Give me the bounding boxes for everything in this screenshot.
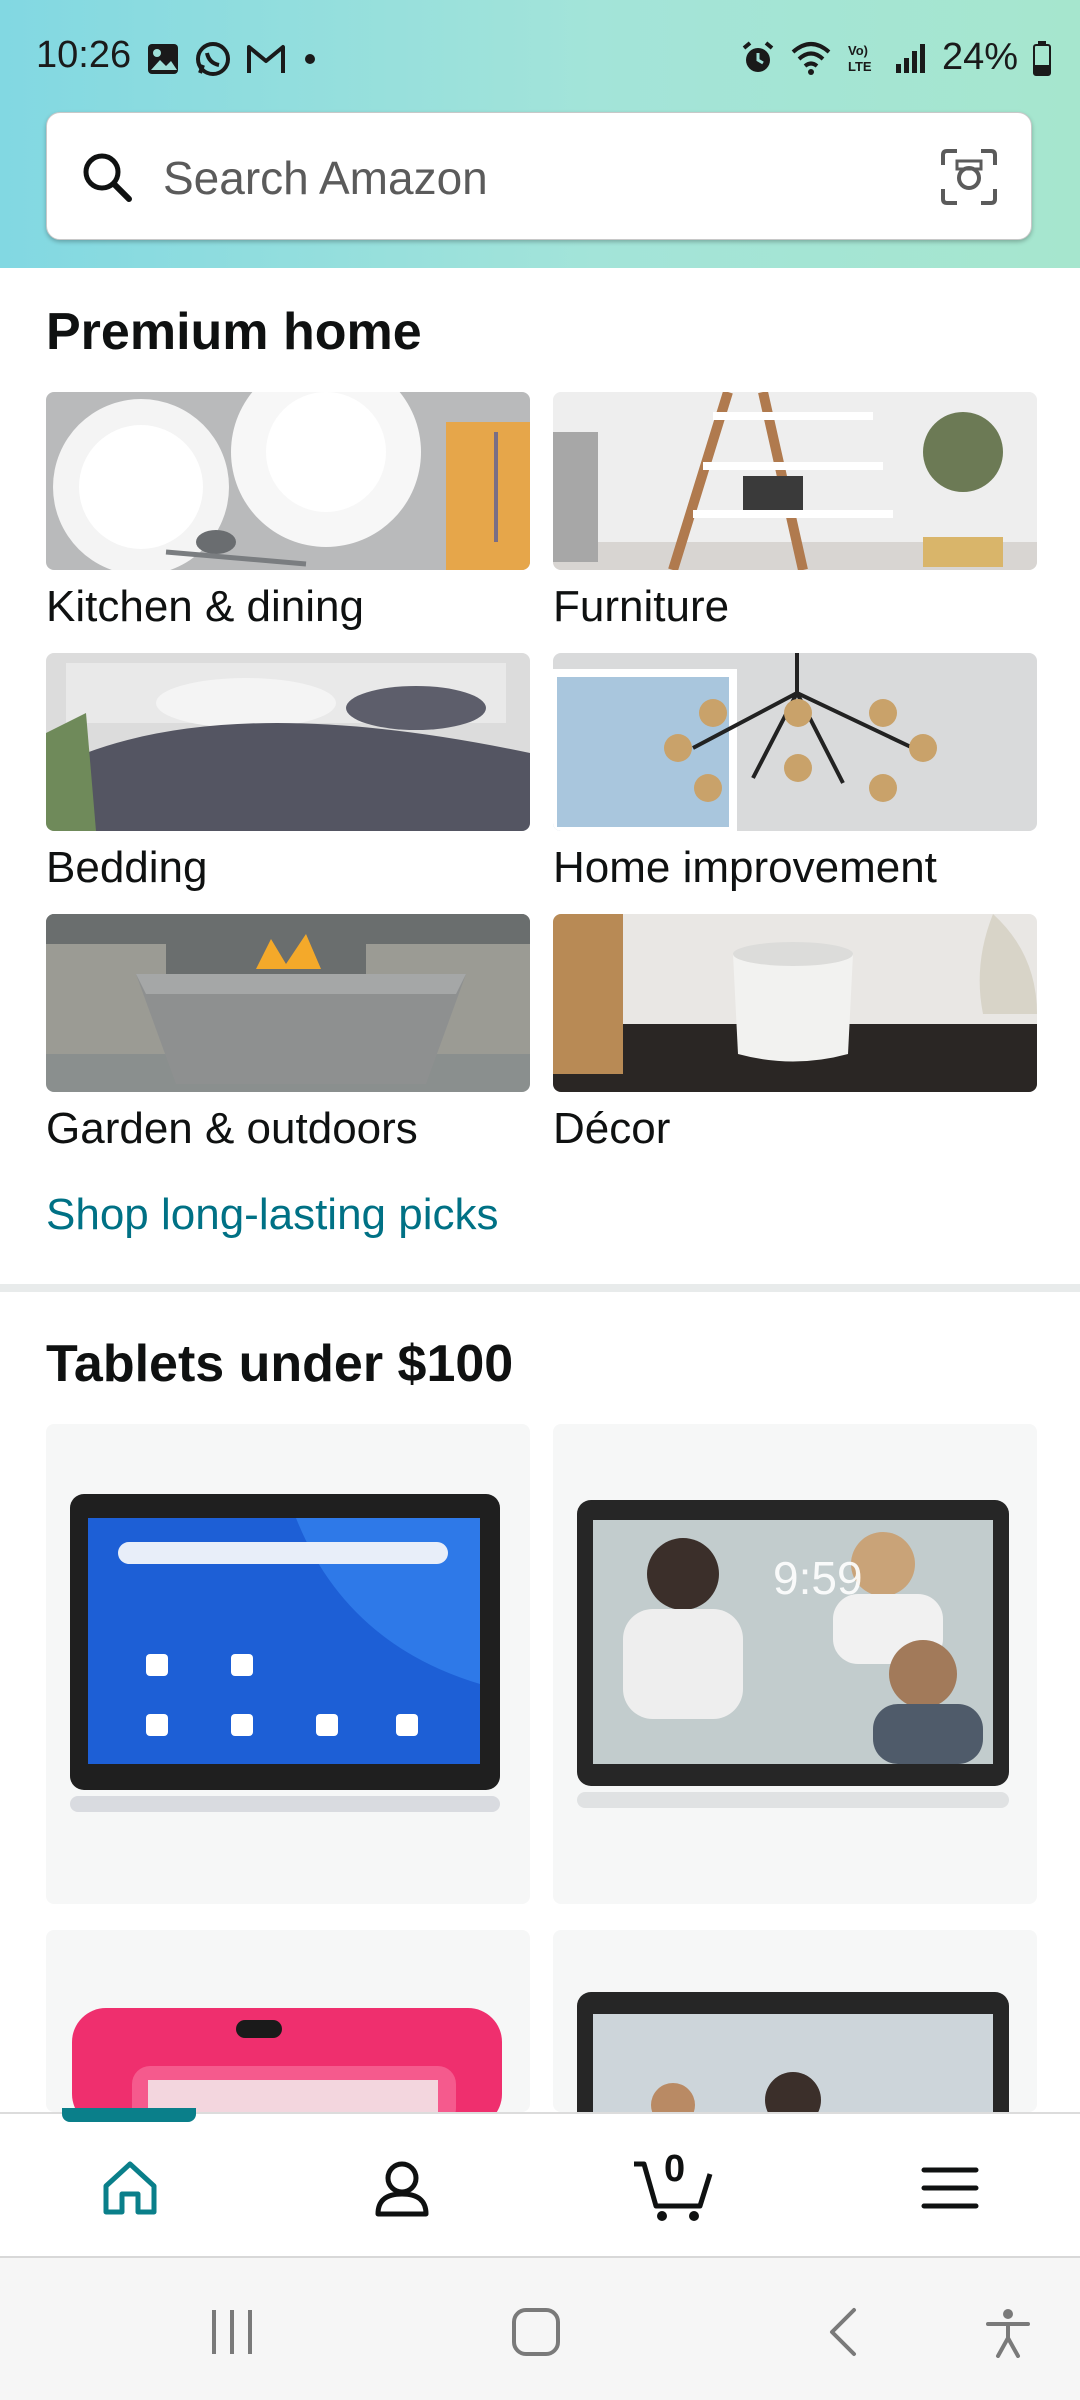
notification-icons: [146, 40, 320, 78]
tile-label: Home improvement: [553, 843, 937, 892]
product-card[interactable]: [553, 1930, 1037, 2112]
search-bar[interactable]: Search Amazon: [46, 112, 1032, 240]
shop-long-lasting-link[interactable]: Shop long-lasting picks: [46, 1190, 498, 1240]
tablet-screen-time: 9:59: [773, 1552, 863, 1604]
tile-label: Décor: [553, 1104, 671, 1153]
tile-kitchen-dining[interactable]: Kitchen & dining: [46, 392, 530, 632]
cart-count: 0: [664, 2148, 686, 2190]
accessibility-icon[interactable]: [982, 2306, 1034, 2358]
bottom-navigation: 0: [0, 2108, 1080, 2256]
search-icon: [83, 153, 132, 202]
tablet-image: 9:59: [577, 1500, 1009, 1808]
account-icon[interactable]: [370, 2156, 434, 2220]
decor-image: [553, 914, 1037, 1092]
back-icon[interactable]: [818, 2306, 870, 2358]
whatsapp-icon: [196, 42, 230, 76]
cart-button[interactable]: 0: [630, 2144, 716, 2224]
svg-text:LTE: LTE: [848, 59, 872, 74]
section-divider: [0, 1284, 1080, 1292]
camera-search-icon[interactable]: [939, 147, 999, 207]
tablet-image: [72, 2008, 502, 2112]
bedding-image: [46, 653, 530, 831]
tile-home-improvement[interactable]: Home improvement: [553, 653, 1037, 893]
gallery-icon: [148, 44, 178, 74]
product-card[interactable]: [46, 1930, 530, 2112]
home-improvement-image: [553, 653, 1037, 831]
search-placeholder: Search Amazon: [163, 152, 488, 204]
product-card[interactable]: 9:59: [553, 1424, 1037, 1904]
menu-icon[interactable]: [918, 2156, 982, 2220]
svg-text:Vo): Vo): [848, 43, 868, 58]
signal-icon: [895, 43, 925, 73]
tile-label: Garden & outdoors: [46, 1104, 418, 1153]
tile-label: Furniture: [553, 582, 730, 631]
wifi-icon: [791, 41, 831, 75]
battery-icon: [1033, 40, 1051, 76]
tile-furniture[interactable]: Furniture: [553, 392, 1037, 632]
app-header: 10:26 Vo) LTE 24% Search Amazon: [0, 0, 1080, 268]
home-system-icon[interactable]: [510, 2306, 562, 2358]
recent-apps-icon[interactable]: [206, 2306, 258, 2358]
tile-garden-outdoors[interactable]: Garden & outdoors: [46, 914, 530, 1154]
status-time: 10:26: [36, 34, 132, 76]
tablets-title: Tablets under $100: [46, 1335, 514, 1393]
garden-outdoors-image: [46, 914, 530, 1092]
system-navigation-bar: [0, 2256, 1080, 2400]
home-icon[interactable]: [98, 2156, 162, 2220]
gmail-icon: [247, 45, 285, 73]
tile-decor[interactable]: Décor: [553, 914, 1037, 1154]
tile-bedding[interactable]: Bedding: [46, 653, 530, 893]
alarm-icon: [742, 40, 774, 72]
dot-icon: [305, 54, 315, 64]
battery-percent: 24%: [941, 36, 1018, 78]
product-card[interactable]: [46, 1424, 530, 1904]
tile-label: Bedding: [46, 843, 208, 892]
kitchen-dining-image: [46, 392, 530, 570]
status-right: Vo) LTE 24%: [740, 36, 1052, 79]
tablet-image: [577, 1992, 1009, 2112]
active-tab-indicator: [62, 2108, 196, 2122]
furniture-image: [553, 392, 1037, 570]
tile-label: Kitchen & dining: [46, 582, 364, 631]
status-bar: 10:26 Vo) LTE 24%: [0, 0, 1080, 120]
tablet-image: [70, 1494, 500, 1812]
premium-home-title: Premium home: [46, 303, 422, 361]
volte-icon: Vo)LTE: [848, 43, 872, 74]
